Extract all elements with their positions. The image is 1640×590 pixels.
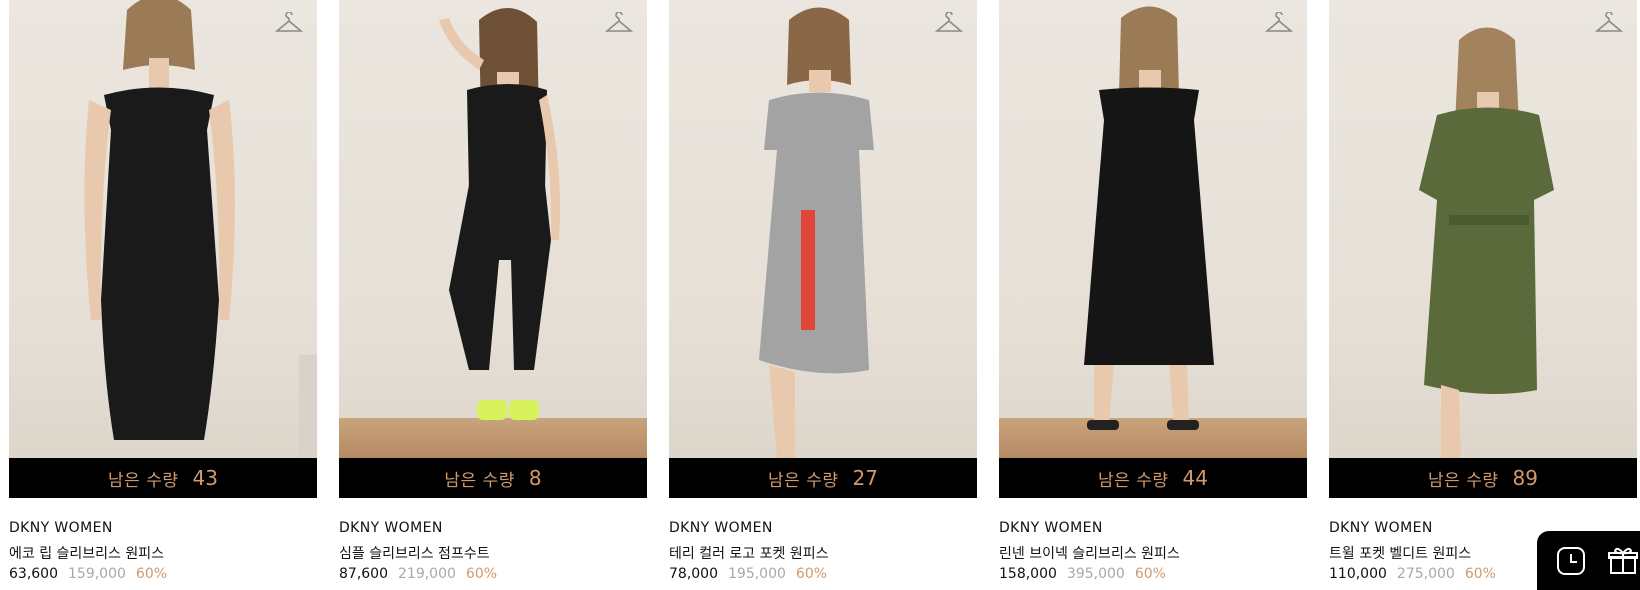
stock-count: 44 [1182,466,1208,490]
product-image[interactable] [339,0,647,458]
sale-price: 87,600 [339,566,388,582]
product-image[interactable] [669,0,977,458]
stock-label: 남은 수량 [444,470,515,491]
product-image[interactable] [9,0,317,458]
stock-label: 남은 수량 [1428,470,1499,491]
clock-icon[interactable] [1555,545,1587,577]
stock-label: 남은 수량 [1098,470,1169,491]
price-row: 158,000 395,000 60% [999,566,1307,586]
hanger-icon[interactable] [275,12,303,36]
original-price: 275,000 [1396,566,1455,582]
original-price: 219,000 [398,566,456,582]
brand-name[interactable]: DKNY WOMEN [999,520,1307,540]
stock-label: 남은 수량 [768,470,839,491]
hanger-icon[interactable] [1595,12,1623,36]
discount-rate: 60% [795,566,828,582]
stock-remaining-bar: 남은 수량 43 [9,458,317,498]
sale-price: 110,000 [1329,566,1387,582]
model-photo [1084,6,1214,430]
product-image[interactable] [999,0,1307,458]
discount-rate: 60% [1134,566,1166,582]
model-photo [1419,27,1554,458]
gift-icon[interactable] [1607,545,1639,577]
floating-quick-panel [1537,531,1640,590]
product-name[interactable]: 에코 립 슬리브리스 원피스 [9,543,317,563]
original-price: 395,000 [1066,566,1125,582]
product-name[interactable]: 테리 컬러 로고 포켓 원피스 [669,543,977,563]
stock-remaining-bar: 남은 수량 89 [1329,458,1637,498]
price-row: 78,000 195,000 60% [669,566,977,586]
stock-count: 27 [852,466,878,490]
product-grid: 남은 수량 43 DKNY WOMEN 에코 립 슬리브리스 원피스 63,60… [0,0,1640,590]
stock-label: 남은 수량 [108,470,179,491]
product-card[interactable]: 남은 수량 89 DKNY WOMEN 트윌 포켓 벨디트 원피스 110,00… [1329,0,1637,586]
product-image[interactable] [1329,0,1637,458]
product-name[interactable]: 린넨 브이넥 슬리브리스 원피스 [999,543,1307,563]
stock-remaining-bar: 남은 수량 44 [999,458,1307,498]
hanger-icon[interactable] [605,12,633,36]
hanger-icon[interactable] [935,12,963,36]
brand-name[interactable]: DKNY WOMEN [339,520,647,540]
original-price: 195,000 [728,566,786,582]
discount-rate: 60% [1464,566,1496,582]
brand-name[interactable]: DKNY WOMEN [9,520,317,540]
sale-price: 63,600 [9,566,58,582]
price-row: 87,600 219,000 60% [339,566,647,586]
sale-price: 78,000 [669,566,718,582]
product-card[interactable]: 남은 수량 27 DKNY WOMEN 테리 컬러 로고 포켓 원피스 78,0… [669,0,977,586]
stock-count: 89 [1512,466,1538,490]
product-card[interactable]: 남은 수량 44 DKNY WOMEN 린넨 브이넥 슬리브리스 원피스 158… [999,0,1307,586]
discount-rate: 60% [135,566,168,582]
hanger-icon[interactable] [1265,12,1293,36]
stock-remaining-bar: 남은 수량 27 [669,458,977,498]
discount-rate: 60% [465,566,498,582]
stock-count: 43 [192,466,218,490]
brand-name[interactable]: DKNY WOMEN [669,520,977,540]
stock-remaining-bar: 남은 수량 8 [339,458,647,498]
model-photo [759,7,874,458]
model-photo [84,0,317,458]
product-name[interactable]: 심플 슬리브리스 점프수트 [339,543,647,563]
product-card[interactable]: 남은 수량 8 DKNY WOMEN 심플 슬리브리스 점프수트 87,600 … [339,0,647,586]
stock-count: 8 [528,466,542,490]
original-price: 159,000 [68,566,126,582]
product-card[interactable]: 남은 수량 43 DKNY WOMEN 에코 립 슬리브리스 원피스 63,60… [9,0,317,586]
sale-price: 158,000 [999,566,1057,582]
model-photo [439,7,561,420]
price-row: 63,600 159,000 60% [9,566,317,586]
